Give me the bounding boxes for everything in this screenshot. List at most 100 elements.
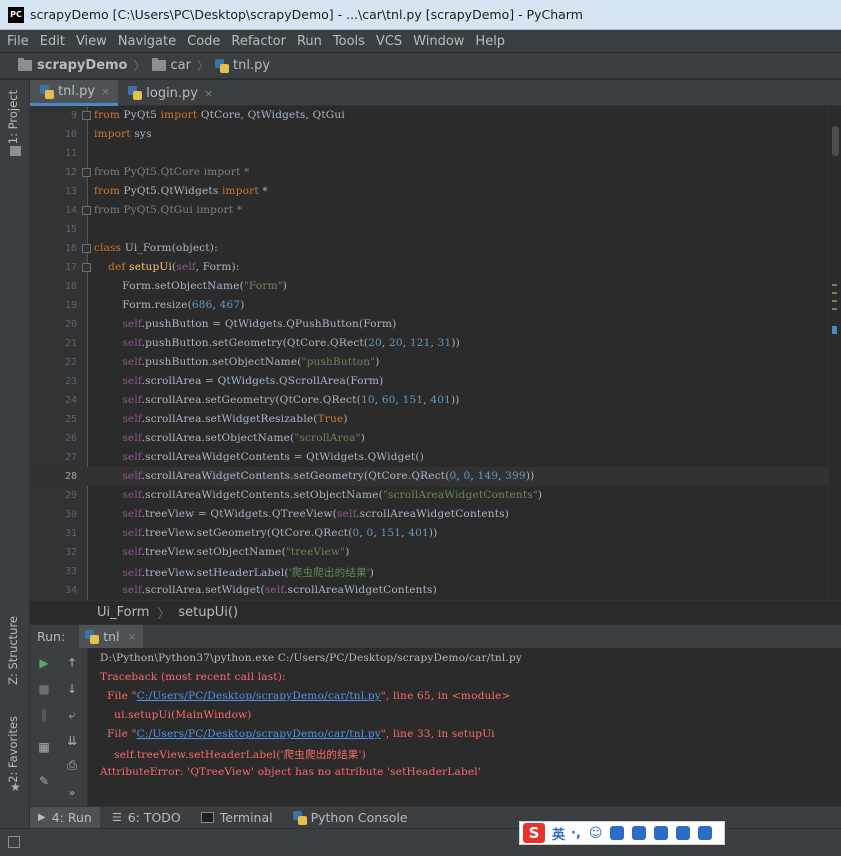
code-line[interactable]: 33 self.treeView.setHeaderLabel('爬虫爬出的结果… [30, 562, 841, 581]
fold-marker-icon[interactable] [82, 206, 91, 215]
code-line[interactable]: 19 Form.resize(686, 467) [30, 296, 841, 315]
bottom-tab-run[interactable]: ▶ 4: Run [30, 806, 100, 829]
close-icon[interactable]: × [204, 87, 213, 100]
toolbox-icon[interactable] [698, 826, 713, 840]
code-line[interactable]: 23 self.scrollArea = QtWidgets.QScrollAr… [30, 372, 841, 391]
code-line[interactable]: 10 import sys [30, 125, 841, 144]
code-line[interactable]: 31 self.treeView.setGeometry(QtCore.QRec… [30, 524, 841, 543]
ime-language-toggle[interactable]: 英 [552, 824, 565, 843]
fold-marker-icon[interactable] [82, 168, 91, 177]
code-token: "Form" [243, 280, 283, 292]
menu-run[interactable]: Run [297, 34, 322, 49]
run-tab-tnl[interactable]: tnl × [79, 624, 143, 649]
punctuation-icon[interactable]: ·, [571, 826, 581, 841]
arrow-up-icon[interactable]: ↑ [63, 654, 81, 672]
fold-marker-icon[interactable] [82, 111, 91, 120]
editor-scrollbar[interactable] [828, 106, 841, 600]
code-line[interactable]: 18 Form.setObjectName("Form") [30, 277, 841, 296]
code-token: )) [428, 527, 438, 539]
file-link[interactable]: C:/Users/PC/Desktop/scrapyDemo/car/tnl.p… [137, 690, 381, 702]
change-marker [832, 308, 837, 310]
pin-icon[interactable]: ✎ [35, 772, 53, 790]
tab-login-py[interactable]: login.py × [118, 80, 221, 106]
close-icon[interactable]: × [127, 630, 136, 643]
console-text: File " [100, 728, 137, 740]
menu-help[interactable]: Help [475, 34, 505, 49]
code-breadcrumb-method[interactable]: setupUi() [178, 605, 238, 620]
code-line[interactable]: 27 self.scrollAreaWidgetContents = QtWid… [30, 448, 841, 467]
menu-edit[interactable]: Edit [40, 34, 65, 49]
tool-tab-project[interactable]: 1: Project [6, 90, 20, 144]
code-line-text: self.scrollArea.setWidget(self.scrollAre… [94, 584, 437, 596]
menu-file[interactable]: File [7, 34, 29, 49]
bottom-tab-terminal[interactable]: Terminal [193, 807, 281, 829]
tool-tab-favorites[interactable]: 2: Favorites [6, 716, 20, 783]
code-editor[interactable]: 9 from PyQt5 import QtCore, QtWidgets, Qt… [30, 106, 841, 600]
code-line[interactable]: 30 self.treeView = QtWidgets.QTreeView(s… [30, 505, 841, 524]
print-icon[interactable]: ⎙ [63, 756, 81, 774]
code-token: self [122, 318, 142, 330]
menu-refactor[interactable]: Refactor [231, 34, 286, 49]
menu-vcs[interactable]: VCS [376, 34, 402, 49]
code-line[interactable]: 29 self.scrollAreaWidgetContents.setObje… [30, 486, 841, 505]
code-line[interactable]: 9 from PyQt5 import QtCore, QtWidgets, Qt… [30, 106, 841, 125]
scroll-to-end-icon[interactable]: ⇊ [63, 732, 81, 750]
bottom-tab-todo[interactable]: ☰ 6: TODO [104, 807, 189, 829]
menu-tools[interactable]: Tools [333, 34, 365, 49]
run-console-output[interactable]: D:\Python\Python37\python.exe C:/Users/P… [88, 648, 841, 806]
stop-icon[interactable]: ■ [35, 680, 53, 698]
code-line[interactable]: 11 [30, 144, 841, 163]
code-token: from PyQt5.QtCore import * [94, 166, 250, 178]
scrollbar-thumb[interactable] [832, 126, 839, 156]
code-line[interactable]: 28 self.scrollAreaWidgetContents.setGeom… [30, 467, 841, 486]
breadcrumb-file[interactable]: tnl.py [215, 58, 270, 73]
menu-navigate[interactable]: Navigate [118, 34, 176, 49]
close-icon[interactable]: × [101, 85, 110, 98]
code-line[interactable]: 22 self.pushButton.setObjectName("pushBu… [30, 353, 841, 372]
skin-icon[interactable] [676, 826, 691, 840]
ime-toolbar[interactable]: S 英 ·, ☺ [519, 821, 725, 845]
tool-windows-icon[interactable] [8, 836, 20, 848]
menu-window[interactable]: Window [413, 34, 464, 49]
code-line[interactable]: 15 [30, 220, 841, 239]
code-token: import [94, 128, 135, 140]
pause-icon[interactable]: ‖ [35, 706, 53, 724]
breadcrumb-folder[interactable]: car 〉 [151, 57, 215, 74]
code-line[interactable]: 26 self.scrollArea.setObjectName("scroll… [30, 429, 841, 448]
code-line[interactable]: 13 from PyQt5.QtWidgets import * [30, 182, 841, 201]
rerun-icon[interactable]: ▶ [35, 654, 53, 672]
code-breadcrumb-class[interactable]: Ui_Form [97, 605, 149, 620]
code-line[interactable]: 17 def setupUi(self, Form): [30, 258, 841, 277]
code-line[interactable]: 25 self.scrollArea.setWidgetResizable(Tr… [30, 410, 841, 429]
soft-wrap-icon[interactable]: ⤶ [63, 706, 81, 724]
sogou-logo-icon[interactable]: S [523, 823, 545, 843]
code-line[interactable]: 12 from PyQt5.QtCore import * [30, 163, 841, 182]
file-link[interactable]: C:/Users/PC/Desktop/scrapyDemo/car/tnl.p… [137, 728, 381, 740]
menu-code[interactable]: Code [187, 34, 220, 49]
code-line-text: self.pushButton.setGeometry(QtCore.QRect… [94, 337, 460, 349]
code-line[interactable]: 14 from PyQt5.QtGui import * [30, 201, 841, 220]
code-line[interactable]: 32 self.treeView.setObjectName("treeView… [30, 543, 841, 562]
layout-icon[interactable]: ▦ [35, 738, 53, 756]
arrow-down-icon[interactable]: ↓ [63, 680, 81, 698]
microphone-icon[interactable] [610, 826, 625, 840]
keyboard-icon[interactable] [632, 826, 647, 840]
fold-marker-icon[interactable] [82, 244, 91, 253]
user-icon[interactable] [654, 826, 669, 840]
code-line[interactable]: 20 self.pushButton = QtWidgets.QPushButt… [30, 315, 841, 334]
code-line[interactable]: 16 class Ui_Form(object): [30, 239, 841, 258]
menu-view[interactable]: View [76, 34, 107, 49]
code-line[interactable]: 24 self.scrollArea.setGeometry(QtCore.QR… [30, 391, 841, 410]
bottom-tab-python-console[interactable]: Python Console [285, 807, 416, 829]
code-token: from [94, 185, 124, 197]
more-icon[interactable]: » [63, 784, 81, 802]
breadcrumb-project[interactable]: scrapyDemo 〉 [18, 57, 152, 74]
fold-marker-icon[interactable] [82, 263, 91, 272]
code-line[interactable]: 34 self.scrollArea.setWidget(self.scroll… [30, 581, 841, 600]
tab-tnl-py[interactable]: tnl.py × [30, 80, 119, 106]
python-file-icon [215, 58, 229, 73]
tool-tab-structure[interactable]: Z: Structure [6, 616, 20, 685]
code-line[interactable]: 21 self.pushButton.setGeometry(QtCore.QR… [30, 334, 841, 353]
emoji-icon[interactable]: ☺ [589, 826, 603, 841]
